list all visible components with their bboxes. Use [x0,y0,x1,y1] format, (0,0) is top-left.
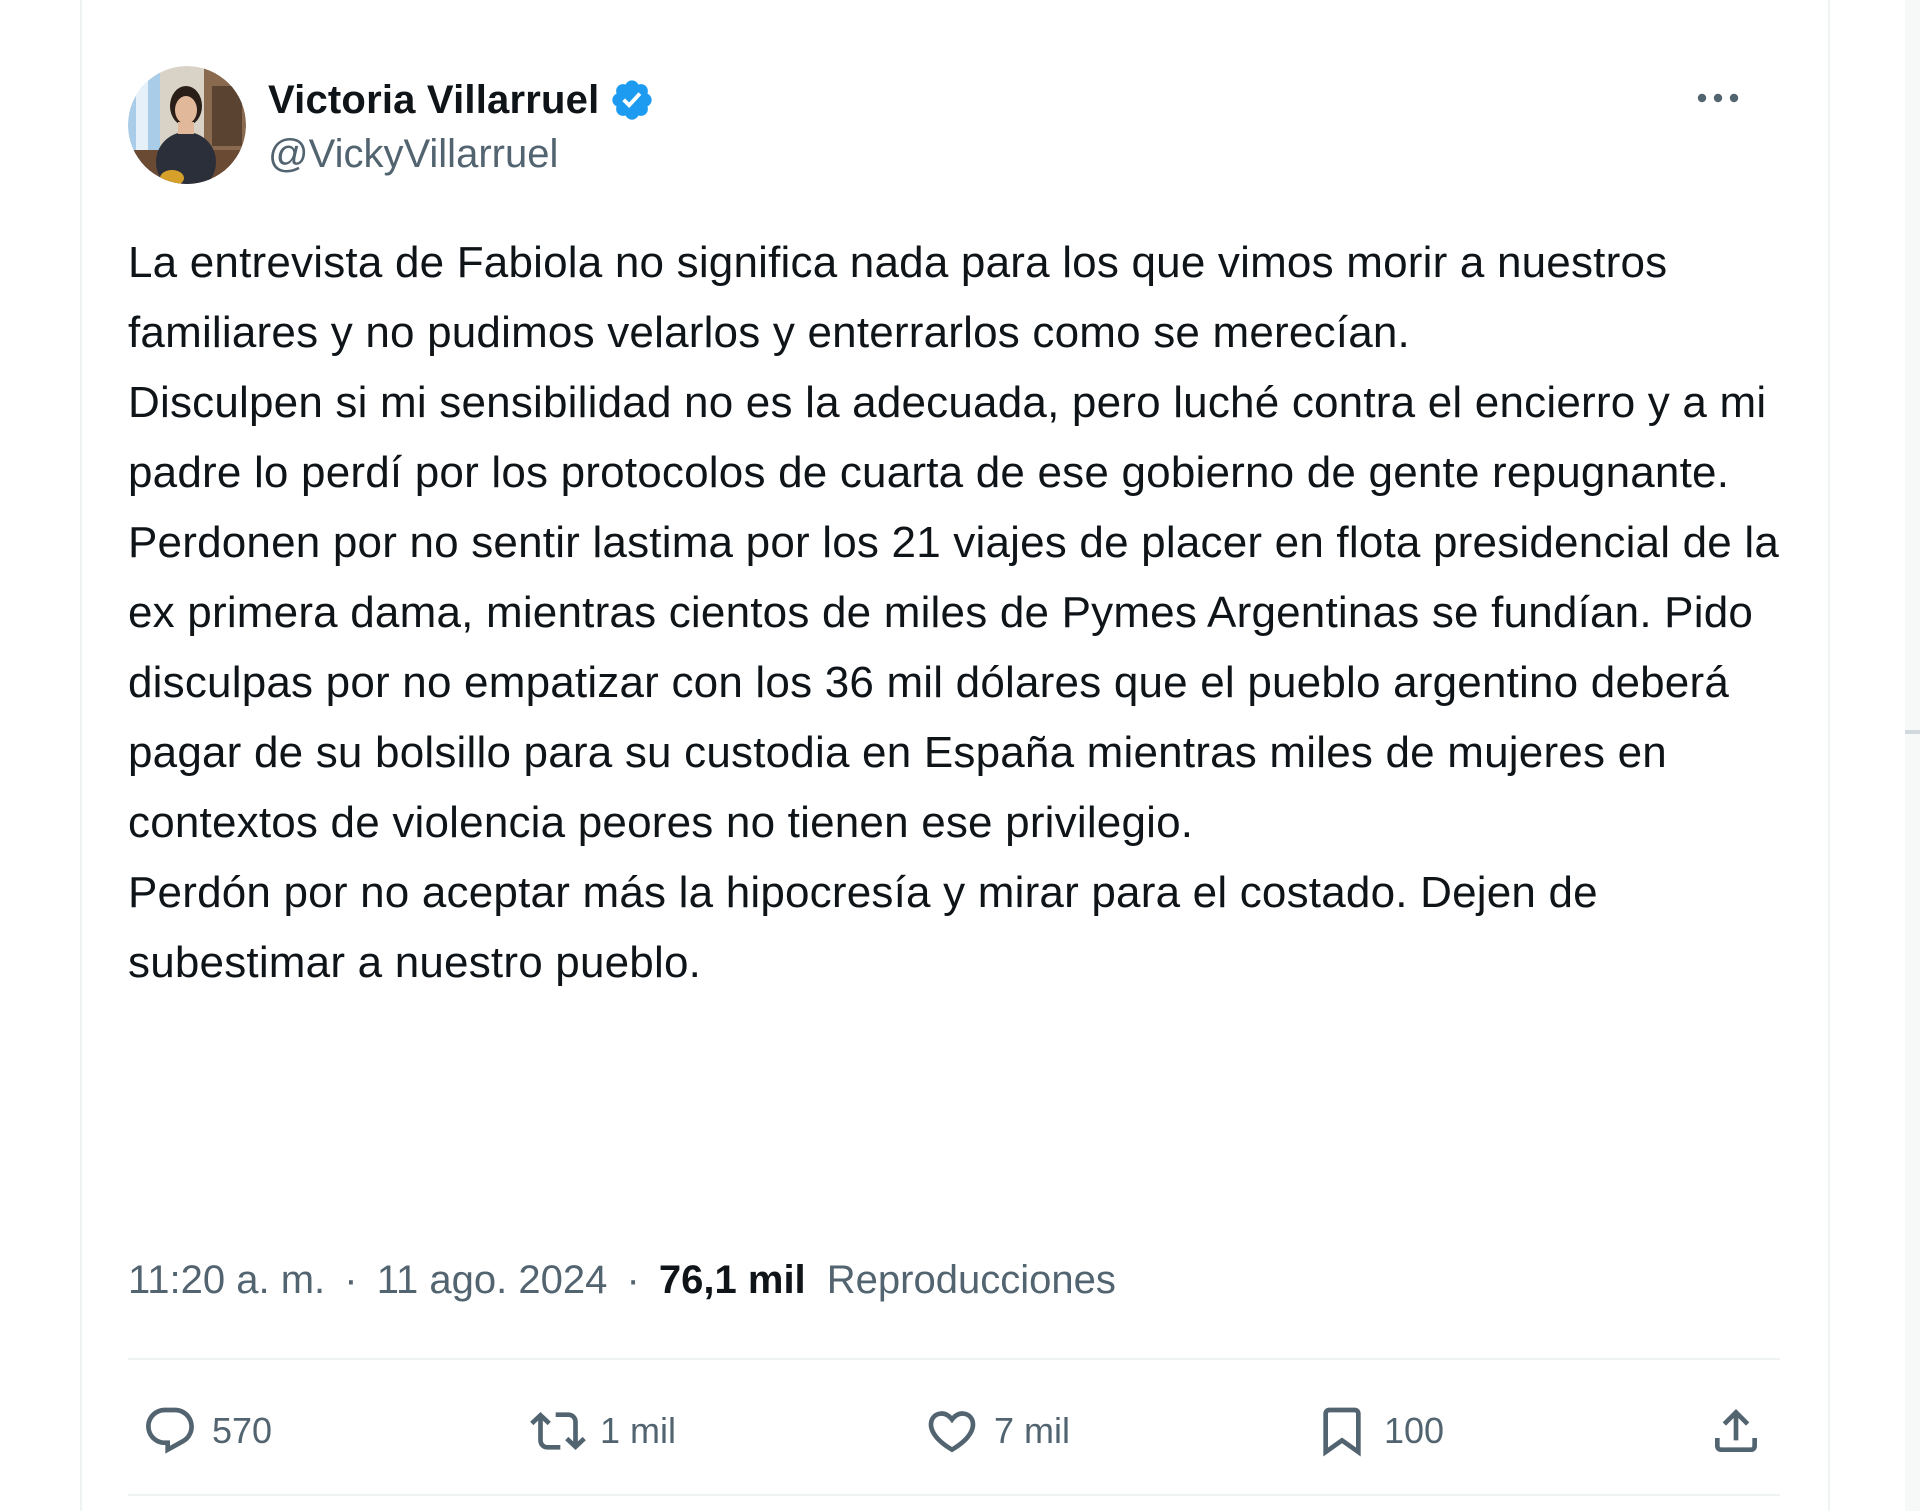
avatar[interactable] [128,66,246,184]
reply-button[interactable]: 570 [142,1396,272,1466]
views-count[interactable]: 76,1 mil [659,1258,806,1302]
heart-icon [928,1411,976,1453]
reply-count: 570 [212,1410,273,1451]
tweet-paragraph: Disculpen si mi sensibilidad no es la ad… [128,378,1767,497]
views-label: Reproducciones [826,1258,1116,1302]
like-button[interactable]: 7 mil [924,1396,1070,1466]
more-horizontal-icon [1697,93,1739,103]
author-display-name[interactable]: Victoria Villarruel [268,78,599,123]
tweet-page: Victoria Villarruel @VickyVillarruel La … [0,0,1920,1511]
tweet-actions: 570 1 mil 7 mil 100 [128,1396,1780,1466]
more-options-button[interactable] [1688,78,1748,118]
like-count: 7 mil [994,1410,1071,1451]
bookmark-count: 100 [1384,1410,1445,1451]
tweet-header: Victoria Villarruel @VickyVillarruel [128,66,1788,186]
author-handle[interactable]: @VickyVillarruel [268,132,655,177]
share-icon [1715,1409,1757,1452]
repost-button[interactable]: 1 mil [530,1396,676,1466]
tweet-date[interactable]: 11 ago. 2024 [377,1258,608,1302]
bookmark-icon [1323,1407,1361,1457]
repost-icon [530,1412,586,1450]
column-border-left [80,0,82,1511]
tweet-meta: 11:20 a. m. · 11 ago. 2024 · 76,1 mil Re… [128,1258,1116,1303]
repost-count: 1 mil [600,1410,677,1451]
meta-separator: · [626,1258,640,1302]
tweet-paragraph: Perdonen por no sentir lastima por los 2… [128,518,1780,847]
adjacent-panel-edge [1905,0,1920,1511]
column-border-right [1828,0,1830,1511]
bookmark-button[interactable]: 100 [1314,1396,1444,1466]
tweet-paragraph: Perdón por no aceptar más la hipocresía … [128,868,1598,987]
tweet-text: La entrevista de Fabiola no significa na… [128,228,1788,998]
divider [128,1358,1780,1360]
verified-badge-icon[interactable] [609,77,655,123]
name-row: Victoria Villarruel [268,70,655,130]
tweet-time[interactable]: 11:20 a. m. [128,1258,325,1302]
share-button[interactable] [1708,1396,1764,1466]
divider [128,1494,1780,1496]
reply-icon [146,1407,194,1454]
author-block: Victoria Villarruel @VickyVillarruel [268,70,655,177]
meta-separator: · [344,1258,358,1302]
tweet-paragraph: La entrevista de Fabiola no significa na… [128,238,1668,357]
